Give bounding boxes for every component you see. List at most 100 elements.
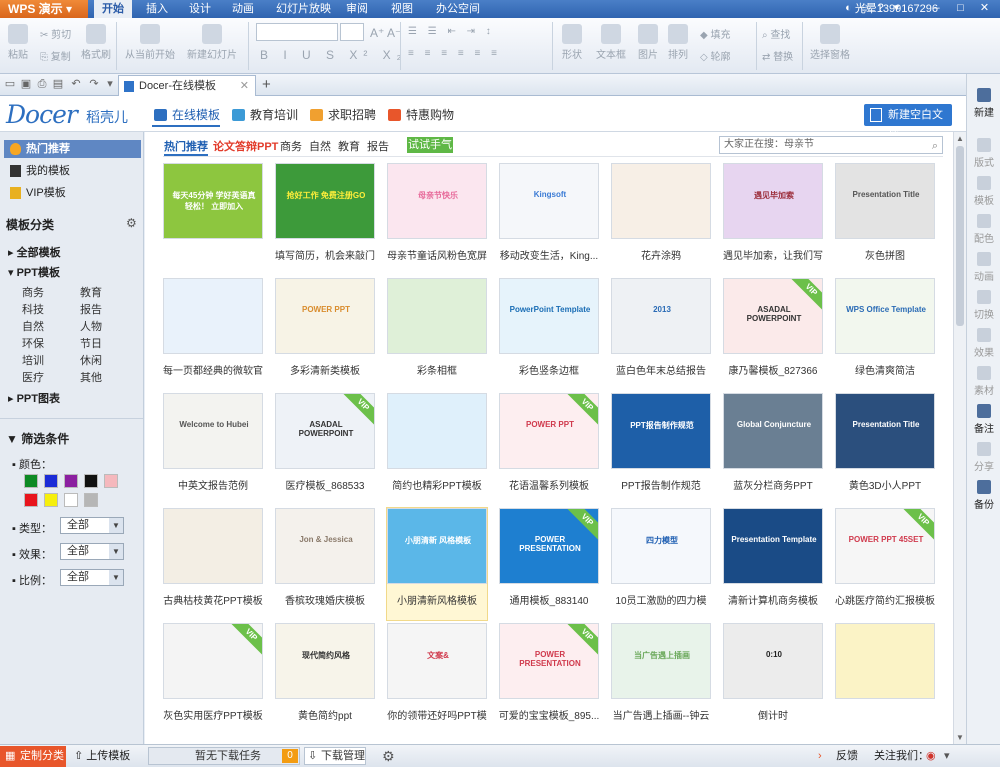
scroll-down-icon[interactable]: ▼ [956,733,964,742]
template-thumbnail[interactable]: PowerPoint Template [499,278,599,354]
settings-gear-icon[interactable]: ⚙ [382,746,395,767]
menu-office-space[interactable]: 办公空间 [428,0,488,18]
doc-tab-docer[interactable]: Docer-在线模板 ✕ [118,75,256,96]
font-name-select[interactable] [256,23,338,41]
menu-slideshow[interactable]: 幻灯片放映 [268,0,339,18]
sidebar-item-hot[interactable]: 热门推荐 [4,140,141,158]
menu-animation[interactable]: 动画 [224,0,262,18]
tab-education[interactable]: 教育培训 [230,103,298,127]
shape-button[interactable]: 形状 [558,24,586,61]
textbox-button[interactable]: 文本框 [594,24,628,61]
fill-button[interactable]: ◆ 填充 [700,26,730,41]
rightbar-backup[interactable]: 备份 [967,480,1000,511]
template-caption[interactable]: 10员工激励的四力模 [605,592,717,607]
effect-select[interactable]: 全部 ▼ [60,543,124,560]
scroll-up-icon[interactable]: ▲ [956,134,964,143]
format-painter-button[interactable]: 格式刷 [80,24,112,61]
template-caption[interactable]: 可爱的宝宝模板_895... [493,707,605,722]
filter-thesis-ppt[interactable]: 论文答辩PPT [213,138,278,154]
template-card[interactable]: 彩条相框 [387,278,487,390]
template-thumbnail[interactable]: VIP [163,623,263,699]
template-thumbnail[interactable] [163,508,263,584]
template-caption[interactable]: 黄色3D小人PPT [829,477,941,492]
template-caption[interactable]: 母亲节童话风粉色宽屏 [381,247,493,262]
quick-access-dropdown-icon[interactable]: ▾ [104,78,116,90]
gear-icon[interactable]: ⚙ [126,216,137,230]
template-caption[interactable]: 彩条相框 [381,362,493,377]
ratio-select[interactable]: 全部 ▼ [60,569,124,586]
template-card[interactable]: Presentation Title 灰色拼图 [835,163,935,275]
template-thumbnail[interactable]: Presentation Title [835,393,935,469]
cut-button[interactable]: ✂ 剪切 [40,26,71,41]
template-caption[interactable]: 倒计时 [717,707,829,722]
scroll-thumb[interactable] [956,146,964,326]
outline-button[interactable]: ◇ 轮廓 [700,48,730,63]
template-thumbnail[interactable]: POWER PRESENTATION VIP [499,508,599,584]
category-training[interactable]: 培训 [22,352,44,368]
template-card[interactable]: 0:10 倒计时 [723,623,823,735]
color-swatch-purple[interactable] [64,474,78,488]
template-caption[interactable]: 简约也精彩PPT模板 [381,477,493,492]
maximize-icon[interactable]: □ [954,2,967,15]
add-tab-button[interactable]: + [262,76,271,94]
print-icon[interactable]: ⎙ [36,78,48,90]
template-thumbnail[interactable]: 现代简约风格 [275,623,375,699]
template-caption[interactable]: 康乃馨模板_827366 [717,362,829,377]
sidebar-item-vip[interactable]: VIP模板 [4,184,141,202]
template-card[interactable]: PowerPoint Template 彩色竖条边框 [499,278,599,390]
rightbar-layout[interactable]: 版式 [967,138,1000,169]
template-thumbnail[interactable]: 遇见毕加索 [723,163,823,239]
template-card[interactable]: Global Conjuncture 蓝灰分栏商务PPT [723,393,823,505]
template-caption[interactable]: 花卉涂鸦 [605,247,717,262]
template-card[interactable]: POWER PPT 45SET VIP 心跳医疗简约汇报模板 [835,508,935,620]
tab-shopping[interactable]: 特惠购物 [386,103,454,127]
template-thumbnail[interactable]: WPS Office Template [835,278,935,354]
category-tech[interactable]: 科技 [22,301,44,317]
template-caption[interactable]: 中英文报告范例 [157,477,269,492]
template-card[interactable]: 当广告遇上插画 当广告遇上插画--钟云 [611,623,711,735]
category-leisure[interactable]: 休闲 [80,352,102,368]
template-thumbnail[interactable]: 母亲节快乐 [387,163,487,239]
menu-view[interactable]: 视图 [383,0,421,18]
template-card[interactable]: 四力模型 10员工激励的四力模 [611,508,711,620]
picture-button[interactable]: 图片 [636,24,660,61]
template-card[interactable]: 遇见毕加索 遇见毕加索，让我们写 [723,163,823,275]
template-caption[interactable]: 灰色拼图 [829,247,941,262]
template-card[interactable]: Presentation Title 黄色3D小人PPT [835,393,935,505]
expand-arrow-icon[interactable]: › [818,746,822,767]
custom-category-button[interactable]: ▦ 定制分类 [0,746,66,767]
rightbar-animation[interactable]: 动画 [967,252,1000,283]
filter-education[interactable]: 教育 [338,138,360,154]
template-caption[interactable]: 通用模板_883140 [493,592,605,607]
menu-review[interactable]: 审阅 [338,0,376,18]
upload-template-button[interactable]: ⇧ 上传模板 [74,746,130,767]
undo-icon[interactable]: ↶ [70,78,82,90]
open-icon[interactable]: ▭ [4,78,16,90]
template-thumbnail[interactable]: Global Conjuncture [723,393,823,469]
align-buttons[interactable]: ≡ ≡ ≡ ≡ ≡ ≡ [408,48,501,59]
template-card[interactable]: PPT报告制作规范 PPT报告制作规范 [611,393,711,505]
template-card[interactable]: 抢好工作 免费注册GO 填写简历，机会来敲门 [275,163,375,275]
rightbar-transition[interactable]: 切换 [967,290,1000,321]
template-thumbnail[interactable]: 当广告遇上插画 [611,623,711,699]
template-thumbnail[interactable] [611,163,711,239]
color-swatch-white[interactable] [64,493,78,507]
close-icon[interactable]: ✕ [978,2,991,15]
template-card[interactable]: Kingsoft 移动改变生活，King... [499,163,599,275]
app-menu-button[interactable]: WPS 演示 ▾ [0,0,88,18]
menu-start[interactable]: 开始 [94,0,132,18]
template-thumbnail[interactable]: Presentation Title [835,163,935,239]
docer-logo[interactable]: Docer [6,100,78,129]
color-swatch-red[interactable] [24,493,38,507]
select-pane-button[interactable]: 选择窗格 [808,24,852,61]
template-thumbnail[interactable]: POWER PPT [275,278,375,354]
category-education[interactable]: 教育 [80,284,102,300]
template-caption[interactable]: 填写简历，机会来敲门 [269,247,381,262]
template-card[interactable]: 文案& 你的领带还好吗PPT模 [387,623,487,735]
filter-nature[interactable]: 自然 [309,138,331,154]
template-card[interactable]: 现代简约风格 黄色简约ppt [275,623,375,735]
template-thumbnail[interactable]: 抢好工作 免费注册GO [275,163,375,239]
template-thumbnail[interactable]: POWER PRESENTATION VIP [499,623,599,699]
tree-ppt-templates[interactable]: ▾ PPT模板 [8,264,60,280]
template-card[interactable] [835,623,935,735]
